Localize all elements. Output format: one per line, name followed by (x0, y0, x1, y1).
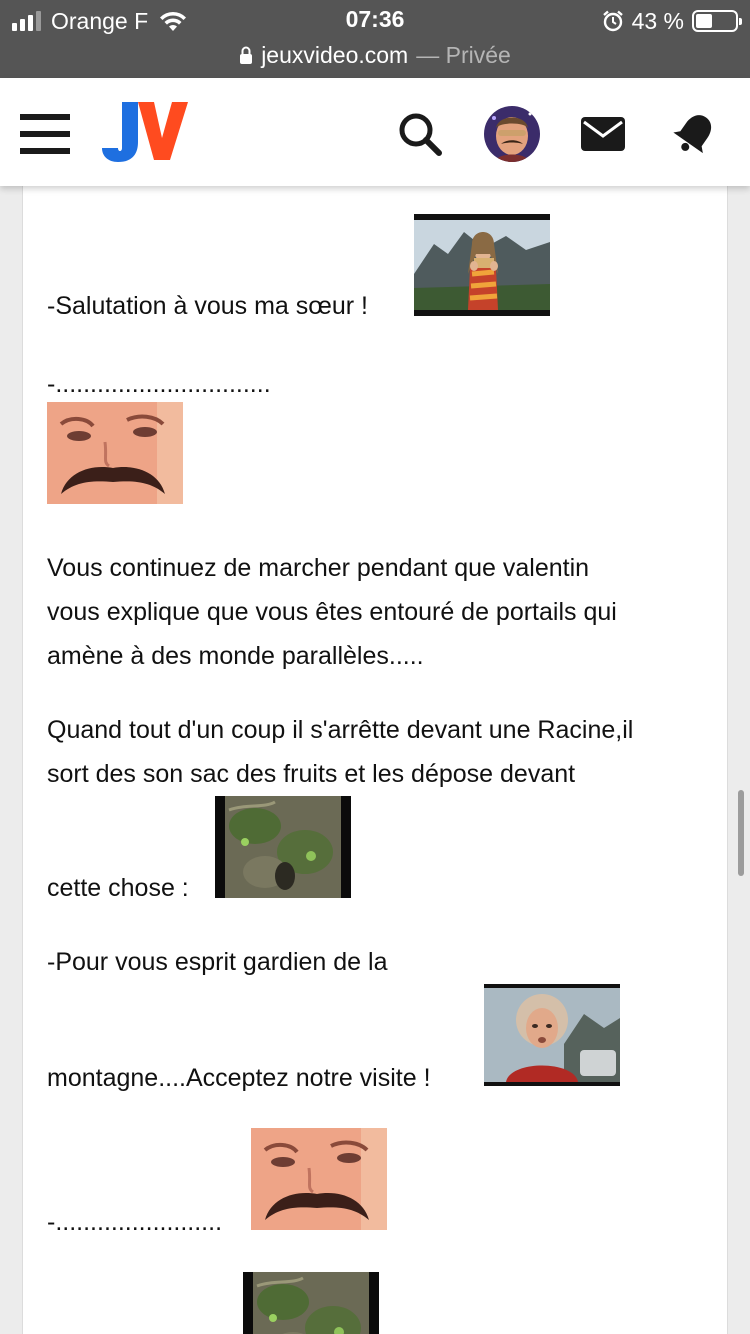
post-line: montagne....Acceptez notre visite ! (47, 1064, 431, 1092)
menu-icon-bar (20, 114, 70, 120)
post-line: sort des son sac des fruits et les dépos… (47, 760, 576, 788)
menu-button[interactable] (20, 114, 70, 154)
mustache-face-sticker[interactable] (251, 1128, 387, 1230)
jv-logo[interactable] (100, 98, 190, 164)
url-bar[interactable]: jeuxvideo.com — Privée (0, 40, 750, 70)
status-bar: Orange F 07:36 43 % jeuxvideo.com — Priv… (0, 0, 750, 78)
status-right: 43 % (602, 7, 742, 34)
battery-percent: 43 % (631, 7, 684, 34)
lock-icon (240, 46, 253, 64)
flute-player-sticker[interactable] (414, 214, 550, 316)
avatar[interactable] (484, 106, 540, 162)
mossy-rock-sticker[interactable] (215, 796, 351, 898)
private-mode-label: — Privée (416, 41, 511, 68)
alarm-icon (602, 10, 623, 32)
post-line: cette chose : (47, 874, 189, 902)
menu-icon-bar (20, 131, 70, 137)
post-line: -........................ (47, 1208, 223, 1236)
forum-post: -Salutation à vous ma sœur ! -..........… (22, 186, 728, 1334)
page-scrollbar[interactable] (738, 790, 744, 876)
url-text: jeuxvideo.com (261, 41, 409, 68)
post-line: vous explique que vous êtes entouré de p… (47, 598, 617, 626)
search-icon[interactable] (396, 110, 444, 158)
site-header (0, 78, 750, 186)
mustache-face-sticker[interactable] (47, 402, 183, 504)
curly-hair-man-sticker[interactable] (484, 984, 620, 1086)
mossy-rock-sticker[interactable] (243, 1272, 379, 1334)
bell-icon[interactable] (672, 110, 718, 156)
post-line: Quand tout d'un coup il s'arrêtte devant… (47, 716, 634, 744)
post-line: -Pour vous esprit gardien de la (47, 948, 388, 976)
menu-icon-bar (20, 148, 70, 154)
battery-icon (692, 10, 742, 32)
post-line: amène à des monde parallèles..... (47, 642, 424, 670)
mail-icon[interactable] (580, 116, 626, 152)
post-line: -............................... (47, 370, 271, 398)
post-line: -Salutation à vous ma sœur ! (47, 292, 368, 320)
post-line: Vous continuez de marcher pendant que va… (47, 554, 590, 582)
